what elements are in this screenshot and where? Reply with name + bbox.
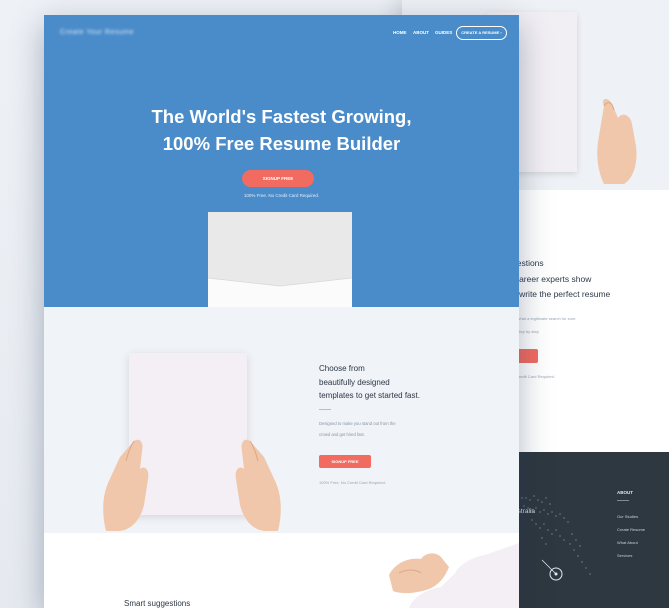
templates-title-line: templates to get started fast. [319,391,420,400]
back-hand-image [597,98,637,184]
templates-signup-button[interactable]: SIGNUP FREE [319,455,371,468]
back-desc-line: es step by step [512,329,539,334]
back-suggestions-desc: ng what a legitimate search for sure, es… [512,312,662,338]
templates-description: Designed to make you stand out from the … [319,418,459,440]
back-suggestions-title: gestions -career experts show o write th… [512,256,669,303]
right-hand-image [235,439,281,531]
footer-title-divider [617,500,629,501]
templates-desc-line: crowd and get hired fast. [319,432,365,437]
templates-desc-line: Designed to make you stand out from the [319,421,396,426]
footer-about-title: ABOUT [617,490,633,495]
footer-link[interactable]: Create Resume [617,527,645,532]
back-title-line: gestions [512,258,544,268]
templates-title-line: beautifully designed [319,377,390,387]
templates-title-line: Choose from [319,364,365,373]
back-desc-line: ng what a legitimate search for sure, [512,316,577,321]
back-title-line: o write the perfect resume [512,289,611,299]
back-title-line: -career experts show [512,273,592,284]
templates-signup-note: 100% Free. No Credit Card Required. [319,480,386,485]
footer-link[interactable]: What About [617,540,638,545]
left-hand-image [103,439,149,531]
templates-divider [319,409,331,410]
footer-link[interactable]: Services [617,553,632,558]
world-map-image [521,495,591,581]
back-signup-note: Credit Card Required. [516,374,555,379]
front-page-content: Choose from beautifully designed templat… [44,15,519,608]
suggestions-title: Smart suggestions [124,599,191,608]
mockup-stage: CREATE A RESUME › gestions -career exper… [0,0,669,608]
bottom-hand-image [389,543,519,608]
footer-link[interactable]: Our Studies [617,514,638,519]
templates-title: Choose from beautifully designed templat… [319,362,459,403]
